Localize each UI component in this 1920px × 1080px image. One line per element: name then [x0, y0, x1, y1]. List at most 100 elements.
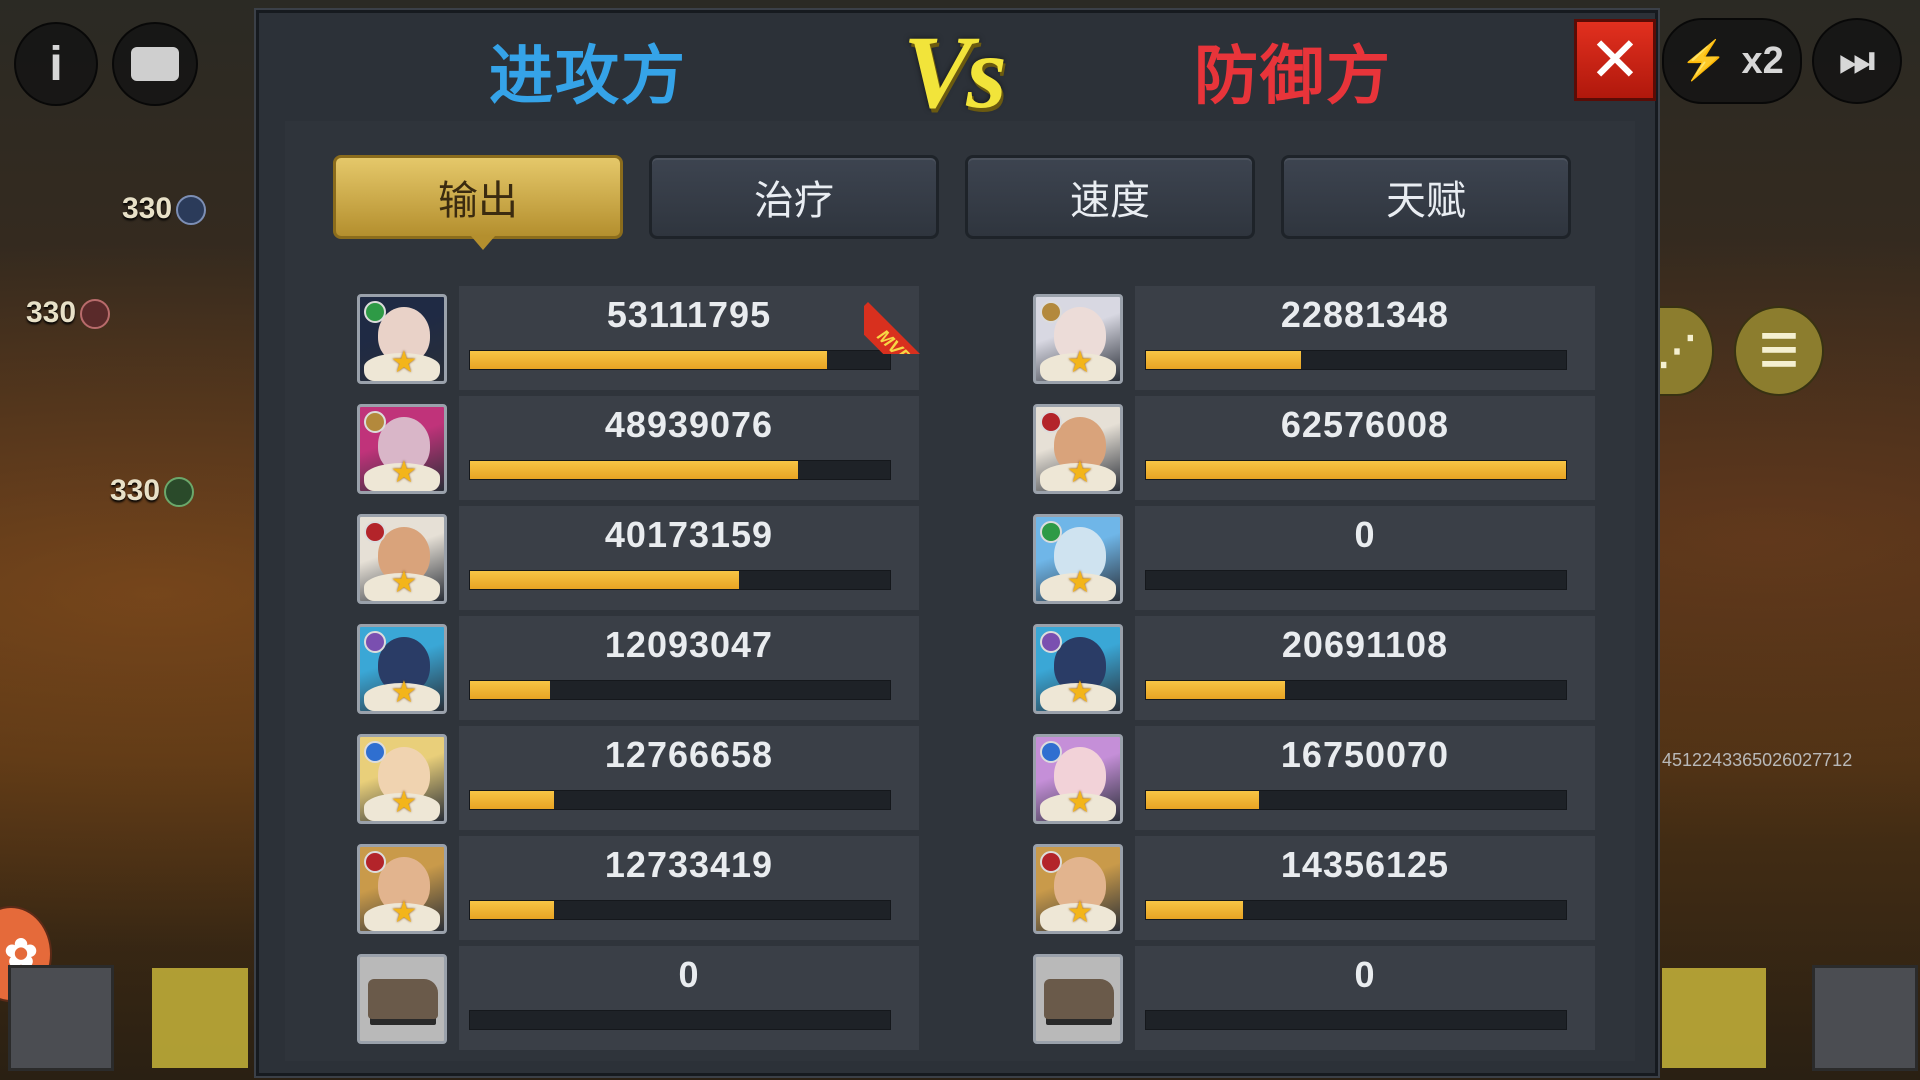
- defender-row: ★ 20691108: [1025, 616, 1595, 720]
- share-icon: ⋰: [1657, 329, 1697, 373]
- mvp-label: MVP: [864, 302, 930, 354]
- damage-bar: [1145, 460, 1567, 480]
- attacker-row: ★ 12766658: [349, 726, 919, 830]
- defender-title: 防御方: [1194, 40, 1392, 114]
- faction-badge-icon: [1040, 851, 1062, 873]
- damage-value: 14356125: [1280, 844, 1450, 885]
- damage-value: 12733419: [604, 844, 774, 885]
- damage-value: 12093047: [604, 624, 774, 665]
- close-button[interactable]: ✕: [1574, 19, 1656, 101]
- defender-row: ★ 22881348: [1025, 286, 1595, 390]
- chat-bubble-icon: [131, 47, 179, 81]
- defender-row: ★ 0: [1025, 506, 1595, 610]
- speed-button[interactable]: ⚡ x2: [1662, 18, 1802, 104]
- vehicle-slot[interactable]: [152, 968, 248, 1068]
- damage-bar: [1145, 350, 1567, 370]
- star-icon: ★: [390, 785, 418, 820]
- hero-portrait-icon[interactable]: ★: [357, 844, 447, 934]
- damage-bar: [469, 1010, 891, 1030]
- faction-badge-icon: [364, 521, 386, 543]
- damage-bar: [1145, 1010, 1567, 1030]
- attacker-title: 进攻方: [489, 40, 687, 114]
- star-icon: ★: [1066, 785, 1094, 820]
- damage-bar: [469, 350, 891, 370]
- info-button[interactable]: i: [14, 22, 98, 106]
- damage-bar: [469, 900, 891, 920]
- damage-bar-fill: [1146, 461, 1566, 479]
- unit-level-label: 330: [26, 296, 111, 330]
- hero-portrait-icon[interactable]: ★: [1033, 624, 1123, 714]
- damage-bar: [1145, 680, 1567, 700]
- attacker-row: ★ 12093047: [349, 616, 919, 720]
- skill-slot[interactable]: [1812, 965, 1918, 1071]
- vehicle-body: [368, 979, 438, 1019]
- star-icon: ★: [1066, 675, 1094, 710]
- defender-row: ★ 16750070: [1025, 726, 1595, 830]
- tab-label: 天赋: [1386, 178, 1466, 224]
- damage-value: 12766658: [604, 734, 774, 775]
- vehicle-body: [1044, 979, 1114, 1019]
- skip-button[interactable]: ⏭: [1812, 18, 1902, 104]
- damage-bar: [1145, 570, 1567, 590]
- hero-portrait-icon[interactable]: ★: [357, 734, 447, 824]
- faction-badge-icon: [364, 411, 386, 433]
- damage-value: 0: [678, 954, 700, 995]
- attacker-row: ★ 12733419: [349, 836, 919, 940]
- star-icon: ★: [390, 675, 418, 710]
- damage-bar-fill: [470, 901, 554, 919]
- faction-badge-icon: [364, 741, 386, 763]
- hero-portrait-icon[interactable]: ★: [1033, 404, 1123, 494]
- list-icon: ☰: [1759, 326, 1799, 376]
- damage-bar-fill: [1146, 901, 1243, 919]
- skill-slot[interactable]: [8, 965, 114, 1071]
- tab-label: 治疗: [754, 178, 834, 224]
- hero-portrait-icon[interactable]: ★: [1033, 844, 1123, 934]
- battle-stats-dialog: 进攻方 Vs 防御方 ✕ 输出 治疗 速度 天赋 ★ 53111795 MVP ★ 48…: [256, 10, 1658, 1076]
- tab-talent[interactable]: 天赋: [1281, 155, 1571, 239]
- tab-label: 输出: [438, 178, 518, 224]
- vehicle-slot[interactable]: [1662, 968, 1766, 1068]
- hero-portrait-icon[interactable]: ★: [357, 404, 447, 494]
- hero-portrait-icon[interactable]: ★: [1033, 514, 1123, 604]
- damage-value: 20691108: [1281, 624, 1449, 665]
- faction-badge-icon: [1040, 301, 1062, 323]
- unit-level-label: 330: [110, 474, 195, 508]
- damage-bar: [469, 570, 891, 590]
- damage-bar-fill: [470, 791, 554, 809]
- defender-row: 0: [1025, 946, 1595, 1050]
- damage-bar-fill: [1146, 351, 1302, 369]
- vs-label: Vs: [903, 15, 1007, 130]
- chat-button[interactable]: [112, 22, 198, 106]
- damage-value: 16750070: [1280, 734, 1450, 775]
- damage-bar-fill: [470, 571, 739, 589]
- star-icon: ★: [390, 345, 418, 380]
- vehicle-icon[interactable]: [357, 954, 447, 1044]
- faction-badge-icon: [364, 851, 386, 873]
- damage-bar-fill: [470, 681, 550, 699]
- defender-row: ★ 62576008: [1025, 396, 1595, 500]
- hero-portrait-icon[interactable]: ★: [1033, 734, 1123, 824]
- damage-value: 0: [1354, 514, 1376, 555]
- lightning-icon: ⚡: [1680, 40, 1728, 82]
- damage-value: 48939076: [604, 404, 774, 445]
- stat-tabs: 输出 治疗 速度 天赋: [333, 155, 1571, 250]
- stats-panel: 输出 治疗 速度 天赋 ★ 53111795 MVP ★ 48939076 ★ 401731…: [285, 121, 1635, 1061]
- hero-portrait-icon[interactable]: ★: [357, 624, 447, 714]
- battle-id-text: 4512243365026027712: [1662, 750, 1853, 770]
- attacker-row: ★ 48939076: [349, 396, 919, 500]
- damage-bar-fill: [1146, 681, 1285, 699]
- damage-bar: [469, 460, 891, 480]
- vehicle-icon[interactable]: [1033, 954, 1123, 1044]
- damage-bar-fill: [470, 461, 798, 479]
- damage-value: 40173159: [604, 514, 774, 555]
- damage-bar: [1145, 900, 1567, 920]
- tab-speed[interactable]: 速度: [965, 155, 1255, 239]
- hero-portrait-icon[interactable]: ★: [357, 294, 447, 384]
- star-icon: ★: [1066, 345, 1094, 380]
- hero-portrait-icon[interactable]: ★: [357, 514, 447, 604]
- damage-value: 0: [1354, 954, 1376, 995]
- tab-healing[interactable]: 治疗: [649, 155, 939, 239]
- menu-list-button[interactable]: ☰: [1734, 306, 1824, 396]
- hero-portrait-icon[interactable]: ★: [1033, 294, 1123, 384]
- tab-damage[interactable]: 输出: [333, 155, 623, 250]
